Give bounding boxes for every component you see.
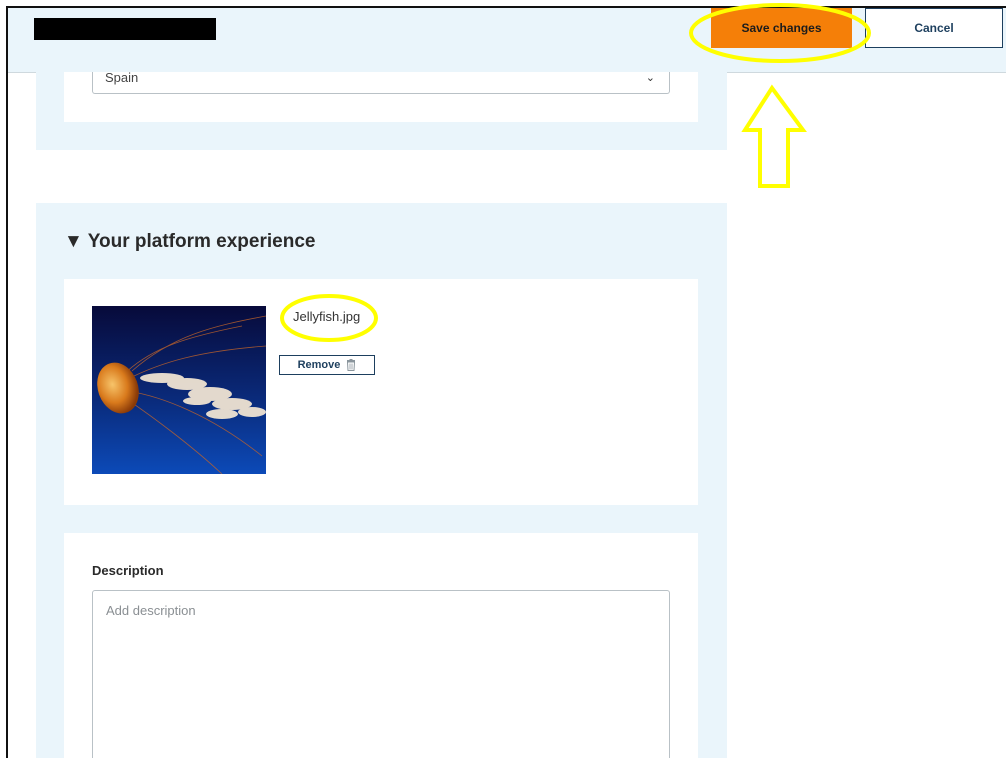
- chevron-down-icon: ⌄: [645, 72, 655, 84]
- location-card: Spain ⌄: [64, 70, 698, 122]
- description-textarea[interactable]: [92, 590, 670, 758]
- app-frame: Save changes Cancel Spain ⌄ ▼ Your platf…: [6, 6, 1006, 758]
- trash-icon: [346, 359, 356, 371]
- country-select-value: Spain: [105, 70, 139, 85]
- description-card: Description: [64, 533, 698, 758]
- file-name: Jellyfish.jpg: [293, 309, 361, 324]
- platform-experience-section: ▼ Your platform experience Jellyfish.jpg…: [36, 203, 727, 758]
- redacted-title: [34, 18, 216, 40]
- description-label: Description: [92, 563, 164, 578]
- top-action-bar: Save changes Cancel: [8, 8, 1006, 73]
- remove-image-button[interactable]: Remove: [279, 355, 375, 375]
- cancel-button[interactable]: Cancel: [865, 8, 1003, 48]
- uploaded-image-card: Jellyfish.jpg Remove: [64, 279, 698, 505]
- country-select[interactable]: Spain ⌄: [92, 70, 670, 94]
- remove-label: Remove: [297, 359, 341, 371]
- location-section: Spain ⌄: [36, 70, 727, 150]
- section-heading[interactable]: ▼ Your platform experience: [64, 231, 315, 253]
- save-changes-button[interactable]: Save changes: [711, 8, 852, 48]
- jellyfish-thumbnail: [92, 306, 266, 474]
